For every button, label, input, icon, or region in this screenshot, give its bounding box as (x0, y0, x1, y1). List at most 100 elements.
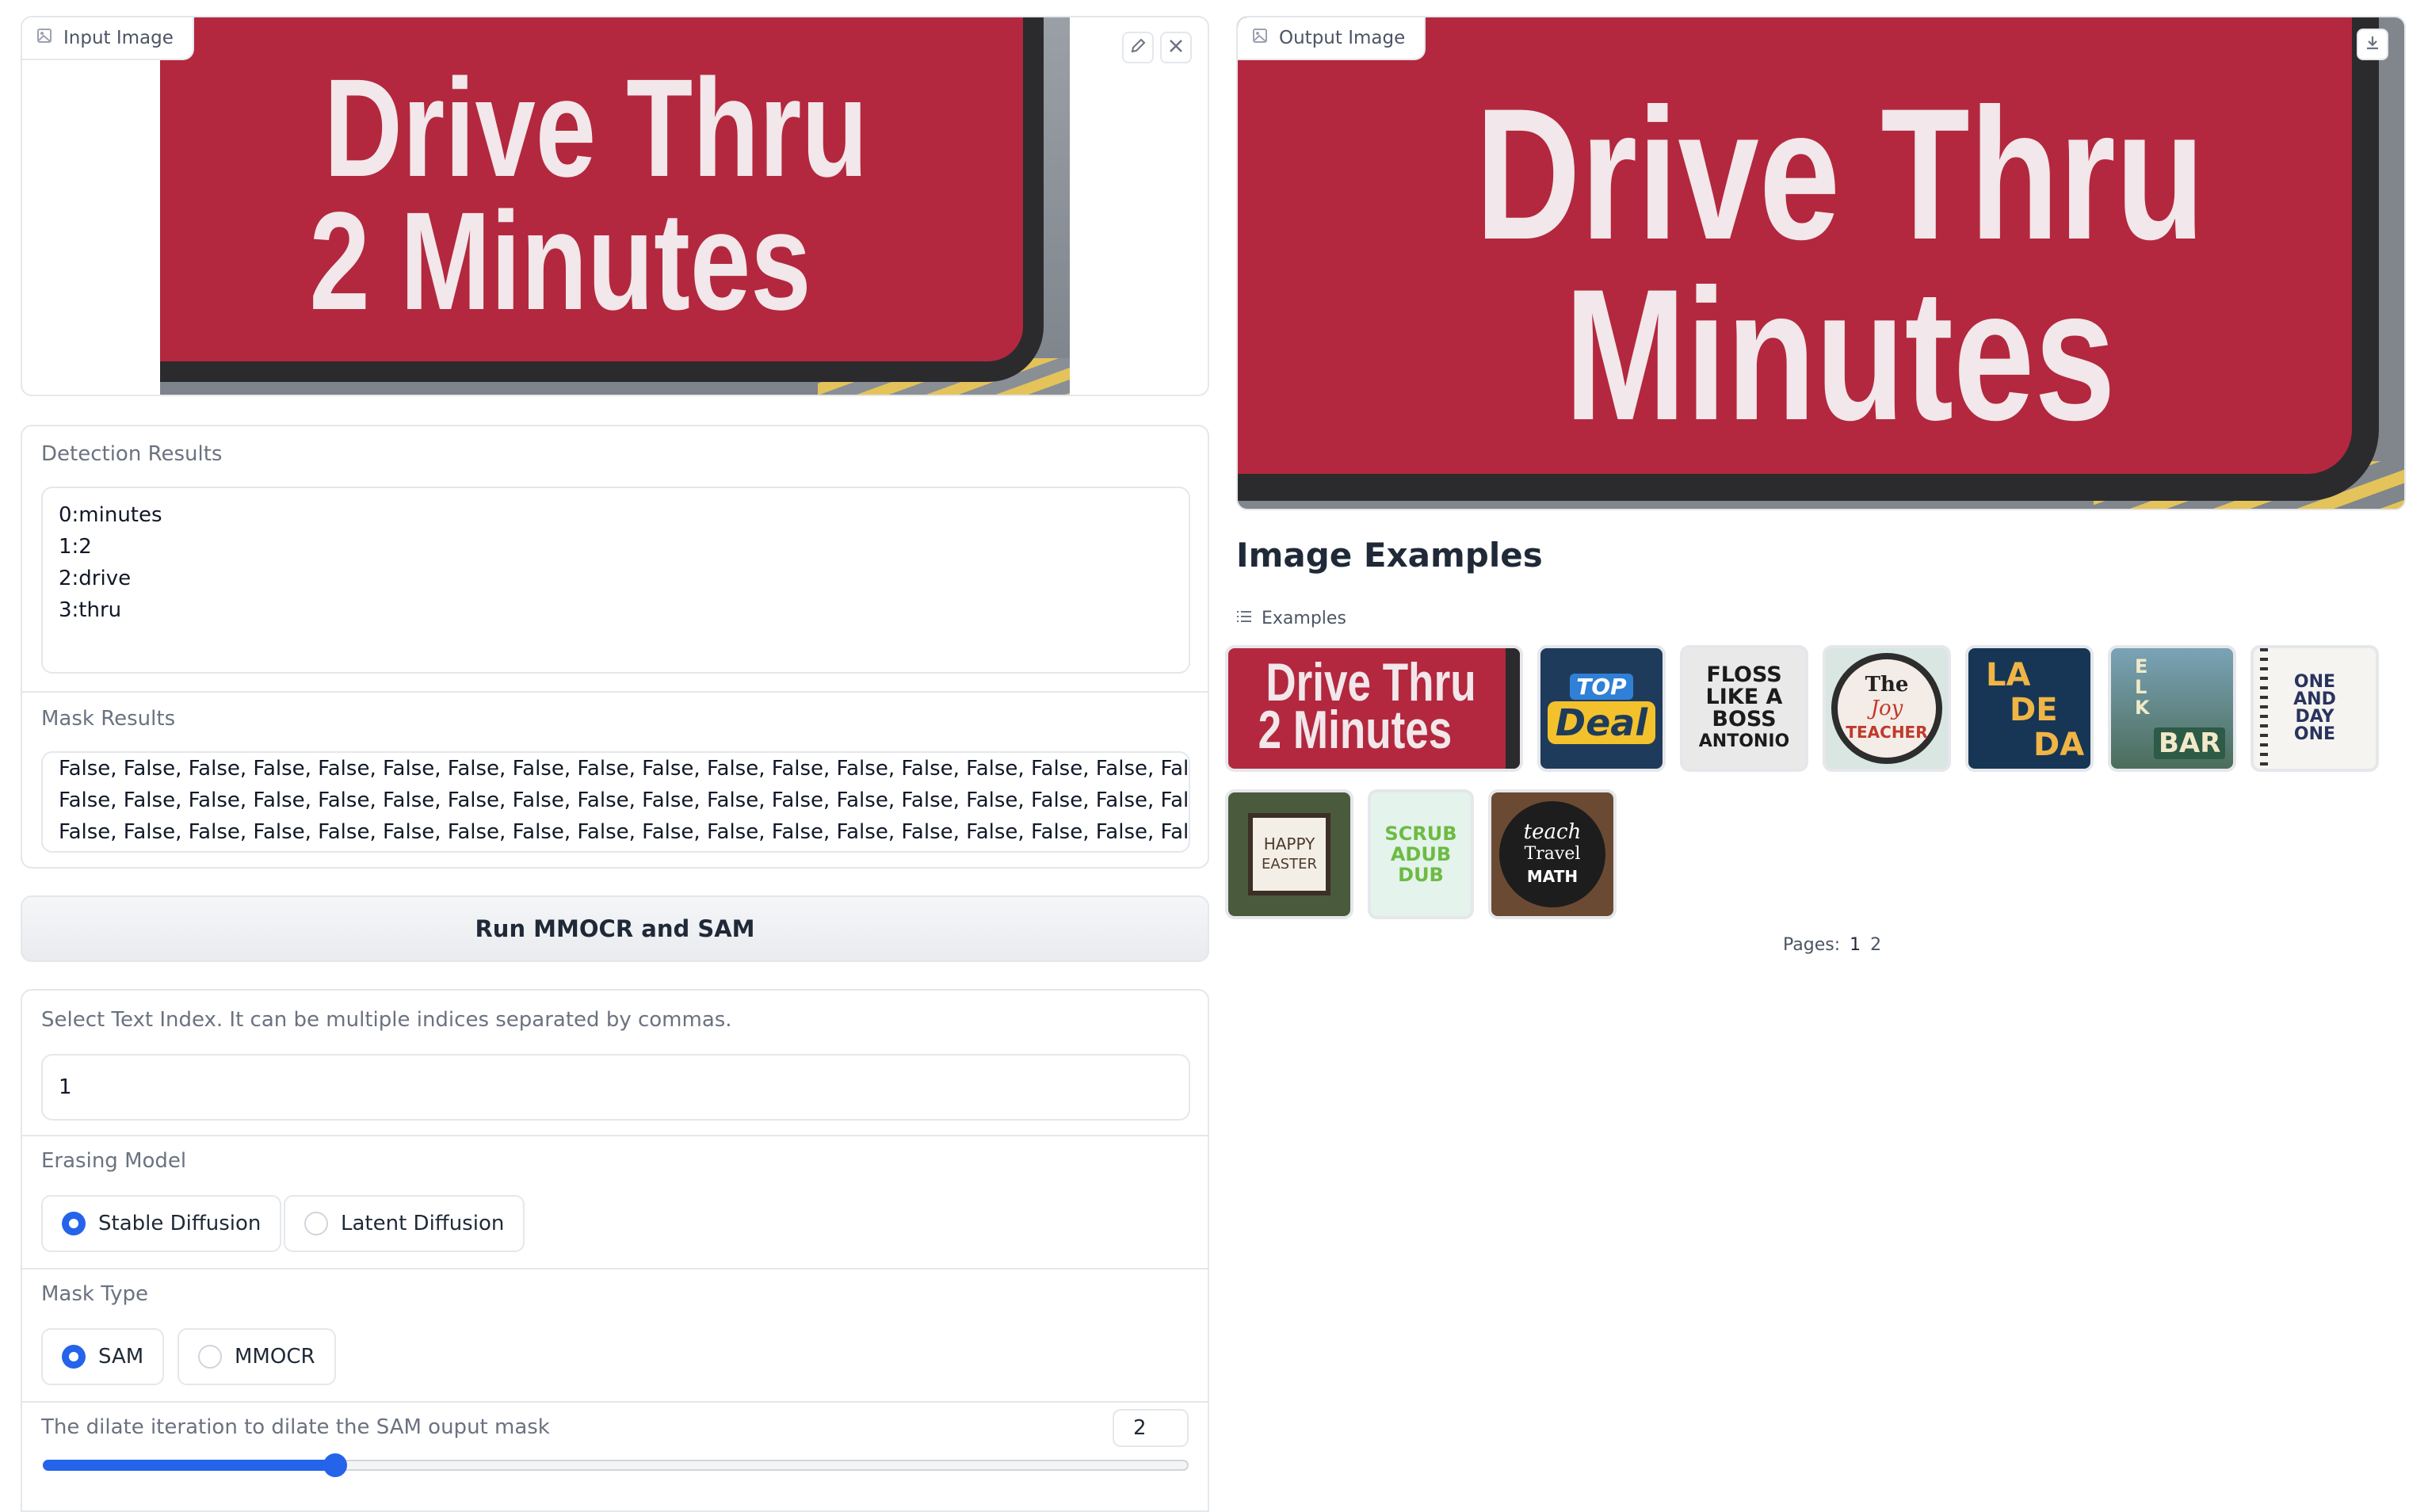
page-link-2[interactable]: 2 (1870, 935, 1881, 955)
detection-line: 2:drive (59, 567, 132, 590)
example-text: ANTONIO (1698, 731, 1790, 751)
input-image-panel: Drive Thru 2 Minutes Input Image (21, 16, 1209, 396)
example-text: ADUB (1390, 843, 1452, 865)
radio-stable-diffusion[interactable]: Stable Diffusion (41, 1195, 282, 1252)
example-text: BAR (2154, 727, 2226, 759)
radio-latent-diffusion[interactable]: Latent Diffusion (284, 1195, 525, 1252)
framed-sign: HAPPY EASTER (1248, 813, 1330, 895)
mask-results-title: Mask Results (41, 707, 176, 731)
example-thumb[interactable]: HAPPY EASTER (1225, 789, 1353, 919)
round-sign: teach Travel MATH (1499, 801, 1605, 907)
input-image[interactable]: Drive Thru 2 Minutes (160, 17, 1070, 395)
example-thumb[interactable]: FLOSS LIKE A BOSS ANTONIO (1680, 645, 1808, 772)
example-text: LA (1986, 657, 2031, 693)
results-divider (22, 691, 1208, 693)
radio-selected-indicator (62, 1212, 86, 1235)
output-sign-line-1: Drive Thru (1475, 70, 2205, 279)
dilate-number-input[interactable]: 2 (1113, 1409, 1189, 1447)
examples-label-text: Examples (1262, 609, 1346, 628)
example-thumb[interactable]: LA DE DA (1965, 645, 2094, 772)
sign-line-2: 2 Minutes (309, 184, 811, 339)
example-text: FLOSS (1706, 662, 1782, 687)
controls-panel: Select Text Index. It can be multiple in… (21, 989, 1209, 1512)
example-text: DE (2010, 692, 2058, 728)
dilate-slider-fill (43, 1460, 335, 1471)
examples-gallery: Drive Thru 2 Minutes TOP Deal FLOSS LIKE… (1225, 645, 2406, 922)
example-text: LIKE A (1705, 685, 1783, 709)
mask-results-textbox[interactable]: False, False, False, False, False, False… (41, 751, 1190, 853)
round-sign: The Joy TEACHER (1831, 653, 1942, 764)
example-text: ONE (2293, 672, 2336, 692)
example-text: SCRUB (1384, 823, 1457, 845)
text-index-label: Select Text Index. It can be multiple in… (41, 1008, 732, 1032)
dilate-label: The dilate iteration to dilate the SAM o… (41, 1415, 550, 1439)
notebook-rings (2260, 648, 2268, 769)
clear-image-button[interactable] (1160, 32, 1192, 63)
dilate-slider-thumb[interactable] (323, 1453, 347, 1477)
detection-results-title: Detection Results (41, 442, 223, 466)
example-text: DA (2033, 727, 2085, 763)
detection-line: 0:minutes (59, 503, 162, 527)
pages-label: Pages: (1783, 935, 1841, 955)
radio-label: Stable Diffusion (98, 1212, 262, 1235)
download-icon (2364, 34, 2381, 55)
controls-divider-3 (22, 1401, 1208, 1403)
example-text: The (1865, 673, 1909, 697)
mask-type-label: Mask Type (41, 1282, 148, 1306)
radio-label: Latent Diffusion (341, 1212, 505, 1235)
text-index-value: 1 (59, 1075, 72, 1099)
output-sign-line-2: Minutes (1564, 250, 2116, 460)
run-button-label: Run MMOCR and SAM (475, 915, 755, 942)
image-icon (1252, 28, 1268, 48)
example-text: ELK (2135, 655, 2150, 719)
edit-button[interactable] (1122, 32, 1154, 63)
example-text: Deal (1547, 701, 1656, 744)
pencil-icon (1129, 37, 1147, 58)
download-button[interactable] (2357, 29, 2388, 60)
sign-edge (1506, 648, 1520, 769)
example-thumb[interactable]: TOP Deal (1537, 645, 1666, 772)
radio-indicator (198, 1345, 222, 1369)
example-thumb[interactable]: teach Travel MATH (1488, 789, 1617, 919)
example-text: teach (1523, 820, 1582, 844)
output-image-label: Output Image (1238, 17, 1426, 60)
page-link-1[interactable]: 1 (1850, 935, 1861, 955)
example-text: DUB (1398, 864, 1444, 886)
examples-label: Examples (1236, 609, 1346, 628)
example-text: BOSS (1712, 707, 1777, 731)
example-thumb[interactable]: ONE AND DAY ONE (2250, 645, 2379, 772)
radio-indicator (304, 1212, 328, 1235)
controls-divider-2 (22, 1268, 1208, 1270)
output-image: Drive Thru Minutes (1238, 17, 2404, 509)
run-mmocr-sam-button[interactable]: Run MMOCR and SAM (21, 895, 1209, 962)
detection-line: 3:thru (59, 598, 122, 622)
input-image-label-text: Input Image (63, 28, 174, 48)
example-thumb[interactable]: Drive Thru 2 Minutes (1225, 645, 1523, 772)
detection-results-textbox[interactable]: 0:minutes 1:2 2:drive 3:thru (41, 487, 1190, 674)
radio-label: SAM (98, 1345, 144, 1369)
list-icon (1236, 609, 1252, 628)
input-image-label: Input Image (22, 17, 194, 60)
sign-line-1: Drive Thru (323, 51, 869, 206)
example-text: Joy (1870, 697, 1903, 720)
example-thumb[interactable]: The Joy TEACHER (1823, 645, 1951, 772)
image-examples-heading: Image Examples (1236, 536, 1543, 575)
example-thumb[interactable]: ELK BAR (2108, 645, 2236, 772)
output-image-panel: Drive Thru Minutes Output Image (1236, 16, 2406, 510)
erasing-model-label: Erasing Model (41, 1149, 187, 1173)
controls-divider-1 (22, 1135, 1208, 1136)
dilate-value: 2 (1133, 1416, 1147, 1440)
example-text: EASTER (1262, 856, 1317, 872)
example-text: 2 Minutes (1258, 700, 1453, 760)
mask-line: False, False, False, False, False, False… (59, 820, 1190, 844)
text-index-input[interactable]: 1 (41, 1054, 1190, 1121)
radio-mmocr[interactable]: MMOCR (178, 1328, 336, 1385)
example-text: TEACHER (1846, 723, 1928, 742)
example-text: ONE (2293, 724, 2336, 744)
example-text: Travel (1524, 844, 1581, 864)
mask-line: False, False, False, False, False, False… (59, 788, 1190, 812)
radio-sam[interactable]: SAM (41, 1328, 165, 1385)
example-thumb[interactable]: SCRUB ADUB DUB (1368, 789, 1474, 919)
results-panel: Detection Results 0:minutes 1:2 2:drive … (21, 425, 1209, 869)
example-text: MATH (1526, 867, 1579, 886)
